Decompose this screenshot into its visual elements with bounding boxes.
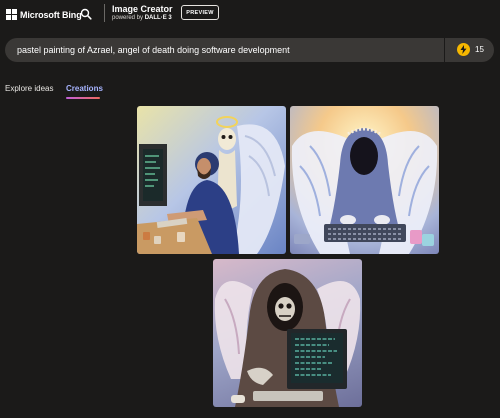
microsoft-logo-icon [6, 9, 17, 20]
logo-text: Microsoft Bing [20, 9, 82, 20]
boost-count: 15 [475, 45, 484, 54]
tab-explore-ideas[interactable]: Explore ideas [5, 84, 53, 93]
preview-badge: PREVIEW [181, 5, 219, 20]
brand-subtitle: powered by DALL·E 3 [112, 15, 173, 21]
prompt-divider [444, 38, 445, 62]
header-divider [104, 4, 105, 22]
image-creator-brand[interactable]: Image Creator powered by DALL·E 3 [112, 4, 173, 21]
search-button[interactable] [76, 4, 96, 24]
prompt-text[interactable]: pastel painting of Azrael, angel of deat… [17, 45, 290, 55]
prompt-input[interactable]: pastel painting of Azrael, angel of deat… [5, 38, 494, 62]
tab-creations[interactable]: Creations [66, 84, 103, 93]
microsoft-bing-logo[interactable]: Microsoft Bing [6, 9, 82, 20]
brand-title: Image Creator [112, 4, 173, 14]
brand-engine-text: DALL·E 3 [144, 15, 172, 21]
lightning-icon [457, 43, 470, 56]
generated-image-2[interactable] [290, 106, 439, 254]
generated-image-1[interactable] [137, 106, 286, 254]
header: Microsoft Bing Image Creator powered by … [0, 0, 500, 30]
active-tab-indicator [66, 97, 100, 99]
brand-powered-text: powered by [112, 15, 144, 21]
search-icon [80, 8, 92, 20]
generated-image-3[interactable] [213, 259, 362, 407]
boost-counter[interactable]: 15 [457, 43, 484, 56]
